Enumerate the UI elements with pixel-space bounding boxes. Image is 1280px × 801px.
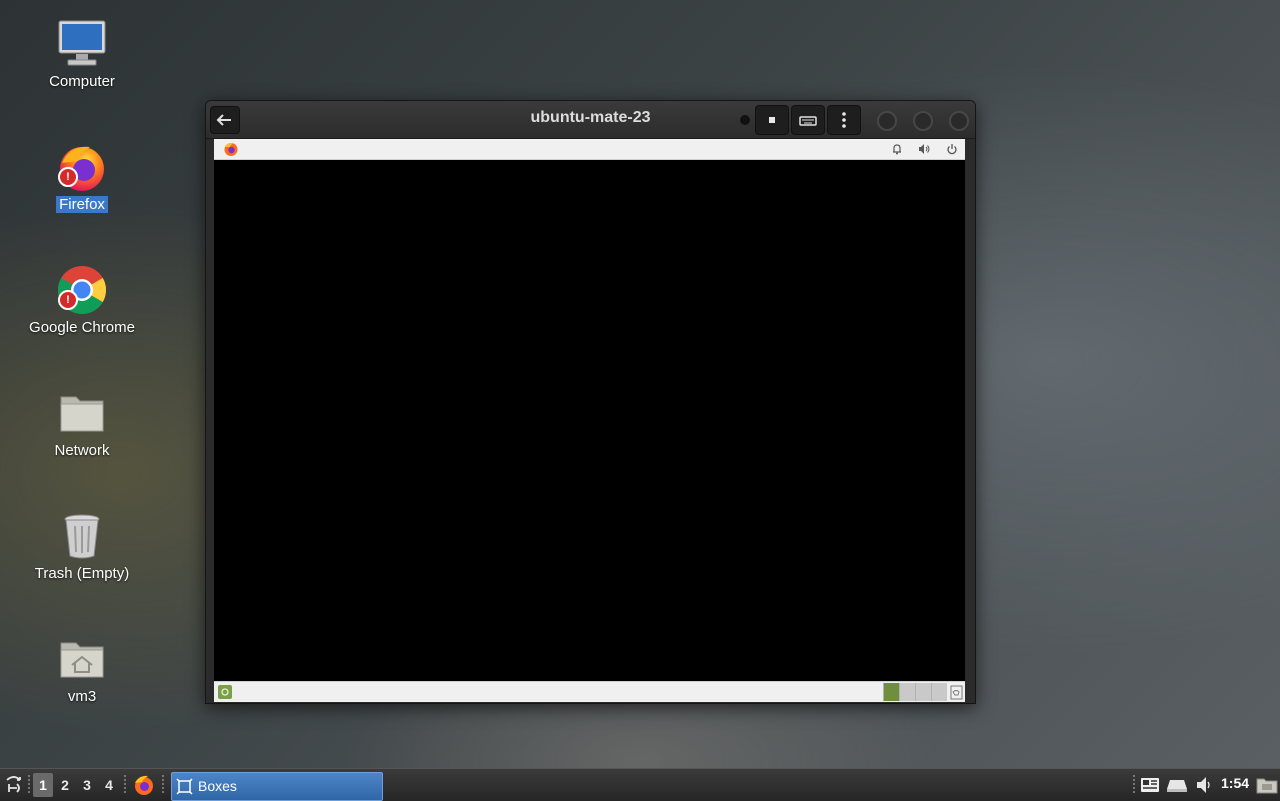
taskbar-separator bbox=[162, 775, 164, 795]
chrome-icon: ! bbox=[56, 264, 108, 316]
workspace-3[interactable]: 3 bbox=[77, 773, 97, 797]
desktop-icon-label: Computer bbox=[49, 73, 115, 90]
stop-button[interactable] bbox=[755, 105, 789, 135]
keyboard-icon bbox=[799, 116, 817, 126]
firefox-launcher-icon[interactable] bbox=[133, 774, 155, 796]
taskbar-separator bbox=[1133, 775, 1135, 795]
menu-dots-icon bbox=[842, 112, 846, 128]
stop-icon bbox=[769, 117, 775, 123]
desktop-icon-firefox[interactable]: ! Firefox bbox=[22, 141, 142, 213]
network-icon[interactable] bbox=[1166, 776, 1188, 794]
volume-icon[interactable] bbox=[1194, 775, 1214, 795]
power-icon[interactable] bbox=[945, 142, 959, 156]
workspace-1[interactable]: 1 bbox=[33, 773, 53, 797]
taskbar-separator bbox=[124, 775, 126, 795]
desktop-icon-label: Network bbox=[54, 442, 110, 459]
desktop-icon-label: Firefox bbox=[56, 196, 108, 213]
keyboard-layout-icon[interactable] bbox=[1140, 775, 1160, 795]
warning-badge: ! bbox=[58, 290, 78, 310]
guest-bottom-panel bbox=[214, 681, 965, 702]
task-label: Boxes bbox=[198, 778, 237, 794]
desktop-icon-label: Google Chrome bbox=[29, 319, 135, 336]
desktop-icon-network[interactable]: Network bbox=[22, 387, 142, 459]
boxes-window: ubuntu-mate-23 bbox=[205, 100, 976, 704]
home-folder-icon bbox=[56, 633, 108, 685]
desktop-icon-trash[interactable]: Trash (Empty) bbox=[22, 510, 142, 582]
minimize-icon[interactable] bbox=[877, 111, 897, 131]
task-button-boxes[interactable]: Boxes bbox=[171, 772, 383, 801]
clock[interactable]: 1:54 bbox=[1221, 775, 1249, 791]
boxes-icon bbox=[176, 778, 193, 795]
warning-badge: ! bbox=[58, 167, 78, 187]
workspace-4[interactable]: 4 bbox=[99, 773, 119, 797]
menu-button[interactable] bbox=[827, 105, 861, 135]
close-icon[interactable] bbox=[949, 111, 969, 131]
guest-workspace-2[interactable] bbox=[899, 683, 915, 701]
folder-icon bbox=[56, 387, 108, 439]
guest-workspace-3[interactable] bbox=[915, 683, 931, 701]
header-bar: ubuntu-mate-23 bbox=[206, 101, 975, 139]
maximize-icon[interactable] bbox=[913, 111, 933, 131]
guest-workspace-1[interactable] bbox=[883, 683, 899, 701]
volume-icon[interactable] bbox=[917, 142, 931, 156]
desktop-icon-home[interactable]: vm3 bbox=[22, 633, 142, 705]
vm-display[interactable] bbox=[214, 139, 965, 702]
firefox-icon[interactable] bbox=[223, 141, 239, 157]
workspace-2[interactable]: 2 bbox=[55, 773, 75, 797]
desktop-icon-label: Trash (Empty) bbox=[34, 565, 130, 582]
status-dot bbox=[740, 115, 750, 125]
taskbar: 1 2 3 4 Boxes 1:54 bbox=[0, 768, 1280, 801]
computer-icon bbox=[56, 18, 108, 70]
desktop-icon-chrome[interactable]: ! Google Chrome bbox=[22, 264, 142, 336]
taskbar-separator bbox=[28, 775, 30, 795]
desktop-icon-label: vm3 bbox=[67, 688, 97, 705]
menu-icon[interactable] bbox=[3, 774, 25, 796]
firefox-icon: ! bbox=[56, 141, 108, 193]
show-desktop-icon[interactable] bbox=[217, 684, 233, 700]
desktop-icon-computer[interactable]: Computer bbox=[22, 18, 142, 90]
bell-icon[interactable] bbox=[890, 142, 904, 156]
guest-workspace-4[interactable] bbox=[931, 683, 947, 701]
file-manager-icon[interactable] bbox=[1256, 776, 1278, 794]
guest-top-panel bbox=[214, 139, 965, 160]
trash-icon[interactable] bbox=[949, 684, 964, 700]
trash-icon bbox=[56, 510, 108, 562]
send-keys-button[interactable] bbox=[791, 105, 825, 135]
